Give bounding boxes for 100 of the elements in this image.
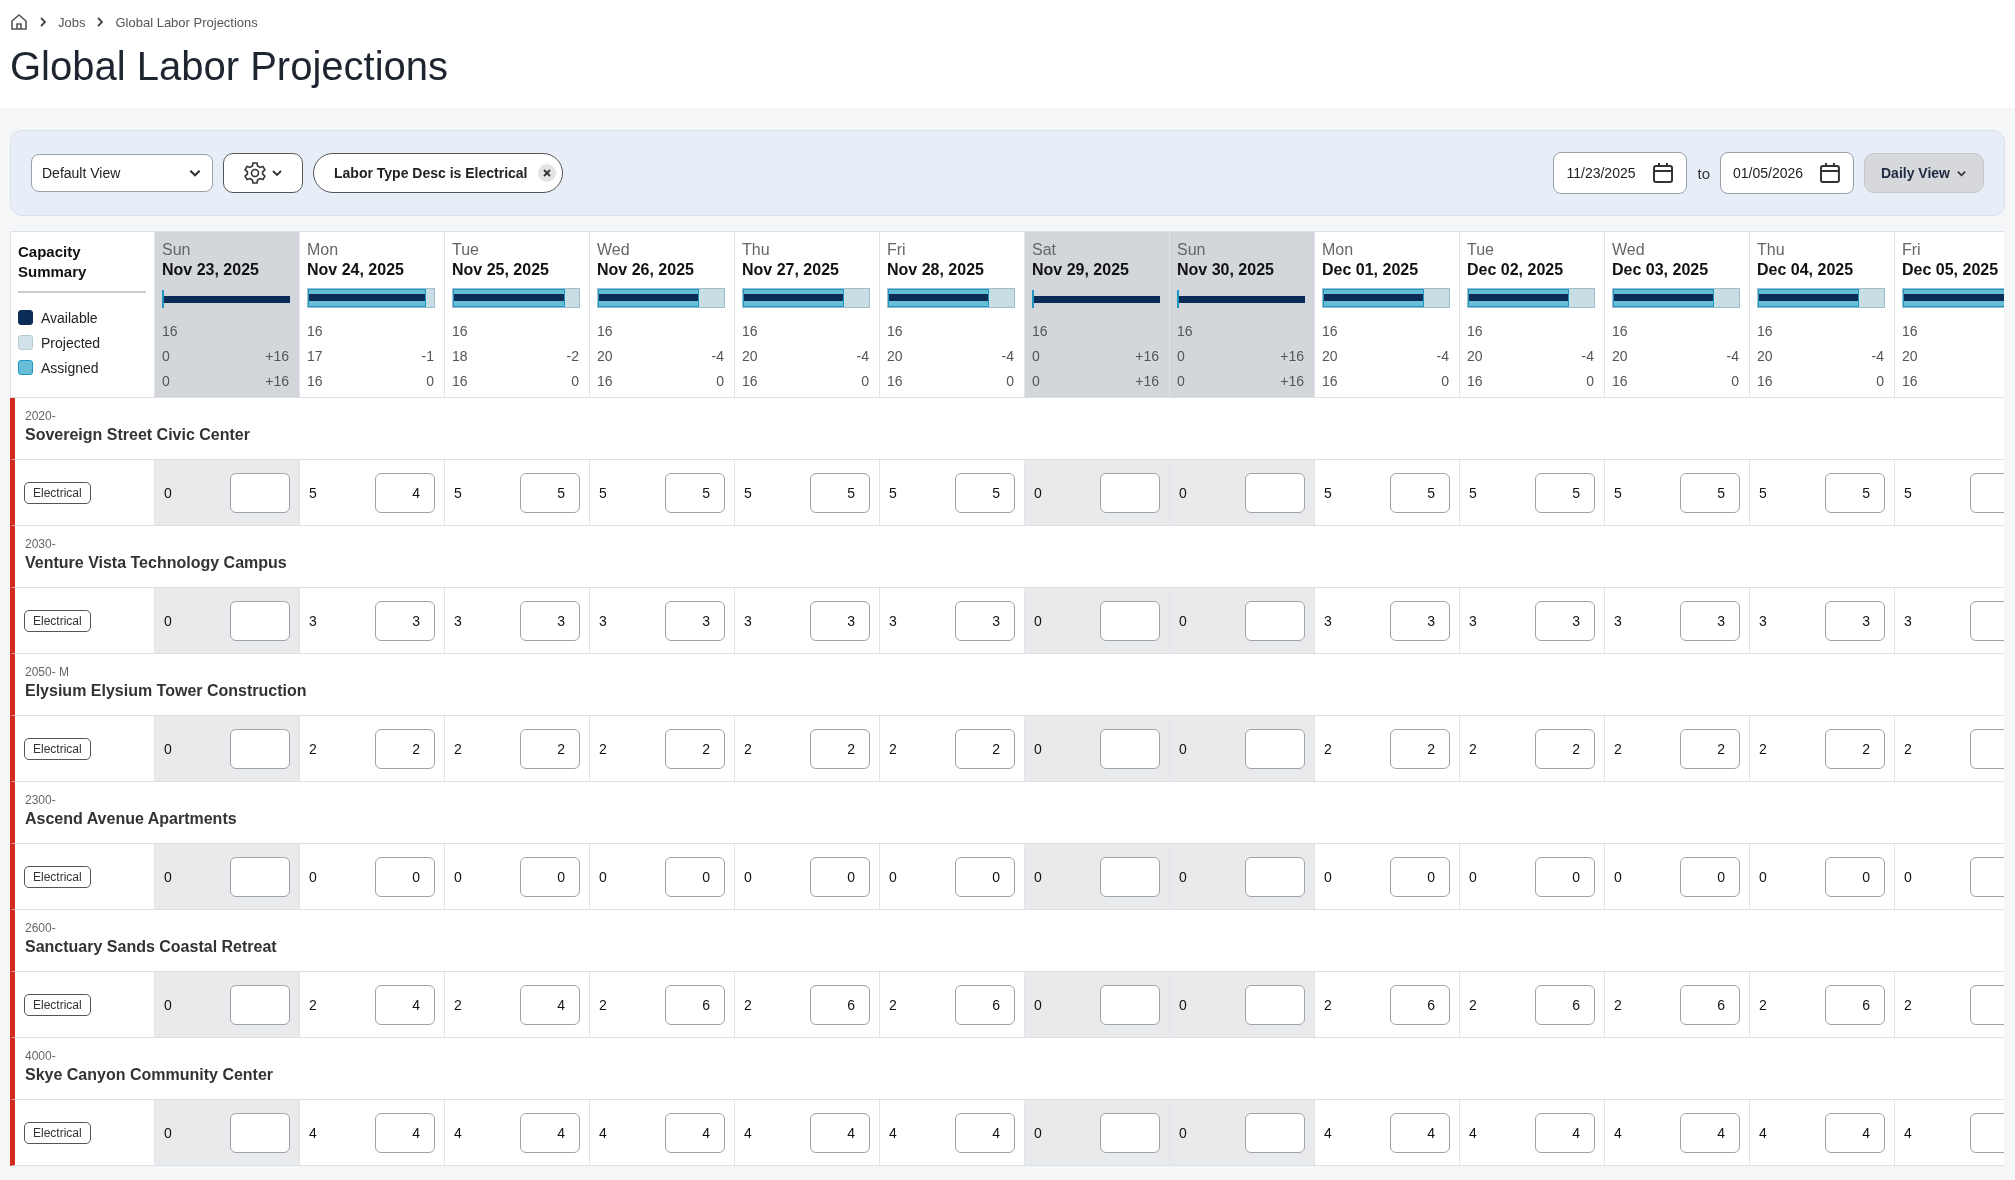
hours-input[interactable] [1245,1112,1305,1153]
hours-input[interactable]: 4 [1535,1112,1595,1153]
hours-input[interactable] [1100,728,1160,769]
hours-input[interactable]: 0 [375,856,435,897]
hours-input[interactable]: 3 [1680,600,1740,641]
hours-input[interactable]: 0 [1680,856,1740,897]
summary-value: 20 [742,347,758,364]
date-field[interactable]: 11/23/2025 [1553,152,1688,194]
hours-input[interactable] [1245,472,1305,513]
hours-input[interactable]: 0 [810,856,870,897]
date-label: Nov 26, 2025 [597,260,695,280]
hours-input[interactable]: 0 [665,856,725,897]
hours-input[interactable] [1100,1112,1160,1153]
range-view-dropdown[interactable]: Daily View [1864,153,1984,193]
hours-value: 0 [1034,996,1042,1013]
hours-input[interactable]: 3 [665,600,725,641]
hours-input[interactable]: 2 [1680,728,1740,769]
hours-value: 3 [1469,612,1477,629]
hours-input[interactable]: 2 [665,728,725,769]
breadcrumb-current[interactable]: Global Labor Projections [115,14,258,30]
hours-input[interactable]: 5 [1535,472,1595,513]
hours-input[interactable]: 2 [1390,728,1450,769]
hours-input[interactable]: 4 [520,1112,580,1153]
weekday-label: Wed [1612,240,1646,260]
hours-input[interactable]: 2 [810,728,870,769]
hours-input[interactable]: 4 [810,1112,870,1153]
hours-input[interactable]: 3 [1390,600,1450,641]
view-dropdown[interactable]: Default View [31,154,213,192]
hours-input[interactable]: 0 [1390,856,1450,897]
summary-value: 0 [162,347,170,364]
hours-input[interactable]: 6 [1535,984,1595,1025]
hours-input[interactable]: 6 [665,984,725,1025]
hours-value: 2 [599,996,607,1013]
hours-input[interactable]: 5 [1390,472,1450,513]
summary-value: 16 [452,372,468,389]
hours-input[interactable]: 2 [375,728,435,769]
hours-input[interactable]: 3 [955,600,1015,641]
hours-input[interactable] [230,1112,290,1153]
hours-input[interactable] [1245,600,1305,641]
hours-input[interactable]: 4 [1390,1112,1450,1153]
date-field[interactable]: 01/05/2026 [1720,152,1854,194]
hours-input[interactable]: 6 [1680,984,1740,1025]
hours-input[interactable] [1100,472,1160,513]
summary-value: 16 [597,322,613,339]
home-icon[interactable] [10,13,28,31]
hours-input[interactable]: 6 [1390,984,1450,1025]
hours-input[interactable]: 3 [1535,600,1595,641]
hours-input[interactable]: 5 [1825,472,1885,513]
breadcrumb-link[interactable]: Jobs [58,14,86,30]
hours-input[interactable] [1100,600,1160,641]
hours-input[interactable] [230,600,290,641]
hours-input[interactable]: 4 [375,984,435,1025]
hours-input[interactable]: 0 [520,856,580,897]
hours-input[interactable]: 4 [665,1112,725,1153]
hours-value: 3 [889,612,897,629]
hours-input[interactable]: 4 [520,984,580,1025]
hours-input[interactable]: 5 [955,472,1015,513]
hours-value: 5 [889,484,897,501]
difference-value: +16 [265,372,289,389]
hours-input[interactable]: 4 [375,472,435,513]
close-icon[interactable] [537,164,556,182]
date-label: Dec 04, 2025 [1757,260,1855,280]
hours-input[interactable]: 2 [1825,728,1885,769]
hours-input[interactable]: 2 [955,728,1015,769]
hours-input[interactable]: 5 [1680,472,1740,513]
hours-input[interactable]: 4 [955,1112,1015,1153]
hours-input[interactable]: 3 [520,600,580,641]
hours-input[interactable]: 2 [520,728,580,769]
hours-input[interactable]: 4 [1825,1112,1885,1153]
hours-input[interactable]: 3 [375,600,435,641]
hours-input[interactable] [230,728,290,769]
hours-input[interactable]: 0 [1825,856,1885,897]
hours-input[interactable]: 5 [665,472,725,513]
hours-input[interactable]: 6 [955,984,1015,1025]
filter-chip[interactable]: Labor Type Desc is Electrical [313,153,563,193]
hours-input[interactable]: 0 [955,856,1015,897]
hours-input[interactable]: 3 [1825,600,1885,641]
hours-input[interactable]: 5 [520,472,580,513]
hours-value: 0 [1614,868,1622,885]
hours-input[interactable]: 2 [1535,728,1595,769]
hours-input[interactable] [1245,856,1305,897]
hours-input[interactable]: 0 [1535,856,1595,897]
hours-input[interactable]: 6 [1825,984,1885,1025]
hours-input[interactable] [1245,728,1305,769]
hours-input[interactable] [1100,856,1160,897]
hours-value: 2 [889,996,897,1013]
hours-input[interactable]: 5 [810,472,870,513]
hours-input[interactable]: 3 [810,600,870,641]
page-title: Global Labor Projections [10,46,450,86]
hours-input[interactable] [230,856,290,897]
hours-input[interactable] [1100,984,1160,1025]
hours-input[interactable]: 4 [1680,1112,1740,1153]
hours-input[interactable] [230,984,290,1025]
hours-input[interactable]: 6 [810,984,870,1025]
hours-input[interactable]: 4 [375,1112,435,1153]
summary-value: 16 [452,322,468,339]
hours-input[interactable] [1245,984,1305,1025]
hours-value: 2 [1469,740,1477,757]
hours-input[interactable] [230,472,290,513]
settings-button[interactable] [223,153,303,193]
